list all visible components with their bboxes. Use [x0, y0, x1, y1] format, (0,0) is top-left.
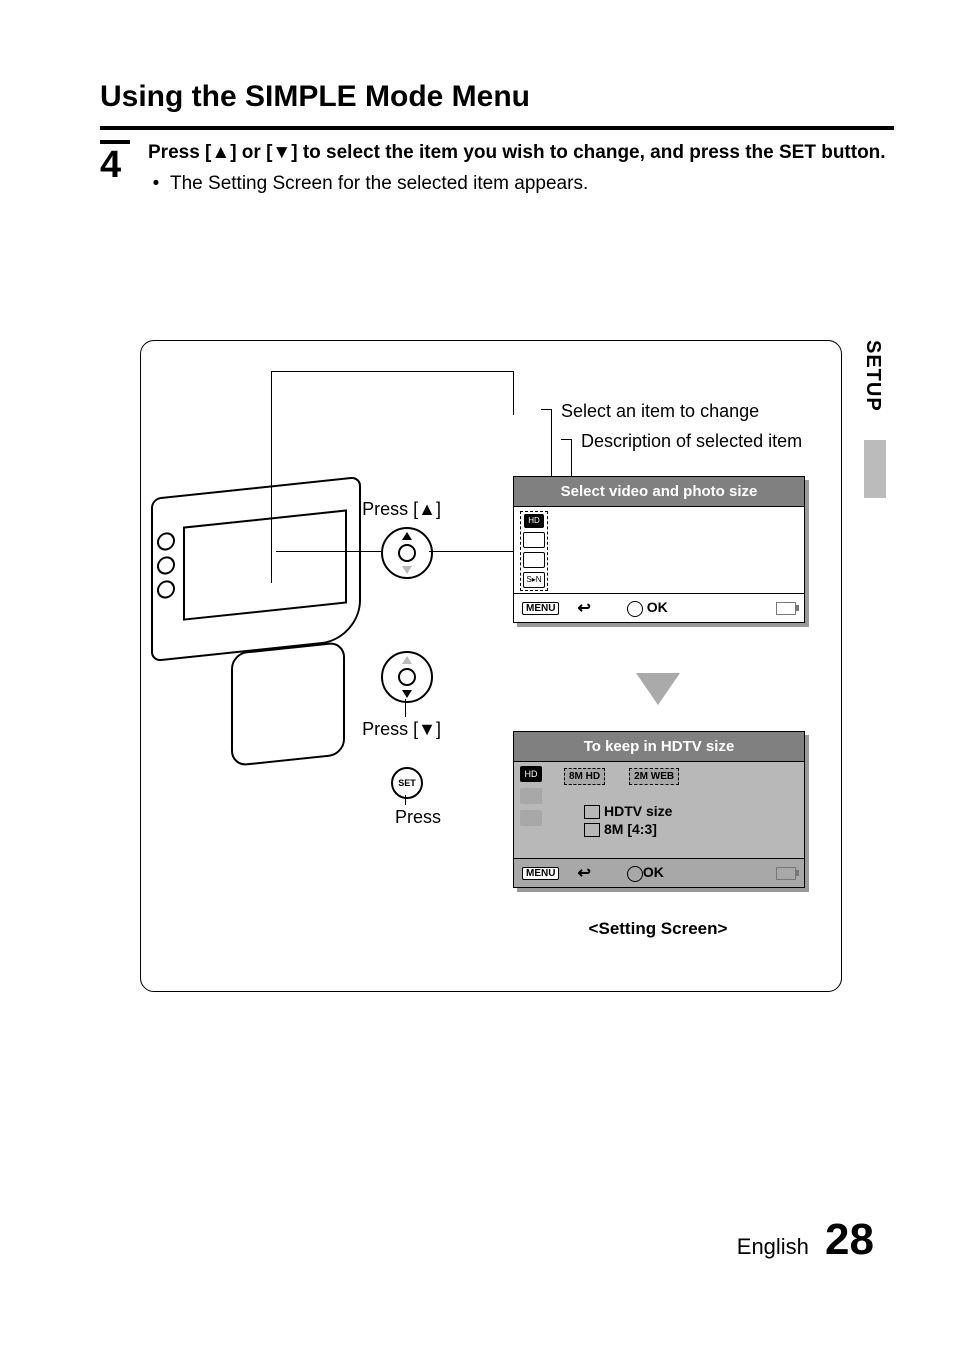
annot-description: Description of selected item	[581, 431, 802, 452]
menu-chip: MENU	[522, 602, 559, 615]
menu-icon-column: HD S▸N	[520, 511, 548, 591]
lead-tick	[541, 409, 551, 410]
focus-icon	[520, 810, 542, 826]
desc-line1: HDTV size	[604, 803, 672, 819]
menu-chip: MENU	[522, 867, 559, 880]
figure: Select an item to change Description of …	[140, 340, 842, 992]
annot-select-item: Select an item to change	[561, 401, 759, 422]
flow-arrow-down-icon	[636, 673, 680, 705]
set-ring-icon	[627, 866, 643, 882]
hd-icon: HD	[524, 514, 544, 528]
page-language: English	[737, 1234, 809, 1259]
lead-line	[271, 371, 272, 583]
setting-icon-column: HD	[520, 766, 542, 826]
step-number: 4	[100, 140, 130, 197]
annot-press: Press	[341, 807, 441, 828]
step-4: 4 Press [▲] or [▼] to select the item yo…	[100, 140, 894, 197]
battery-icon	[776, 867, 796, 880]
setting-screen-caption: <Setting Screen>	[513, 919, 803, 939]
annot-press-up: Press [▲]	[321, 499, 441, 520]
photo-size-icon	[523, 532, 545, 548]
page-number: 28	[825, 1215, 874, 1264]
photo-size-icon	[520, 788, 542, 804]
hd-icon: HD	[520, 766, 542, 782]
page-title: Using the SIMPLE Mode Menu	[100, 80, 894, 114]
bullet-icon: •	[148, 171, 164, 198]
ok-label: OK	[643, 864, 664, 880]
lead-line	[405, 795, 406, 805]
setting-options: 8M HD 2M WEB	[564, 768, 679, 785]
dpad-down	[381, 651, 433, 703]
step-subtext: The Setting Screen for the selected item…	[170, 171, 588, 198]
battery-icon	[776, 602, 796, 615]
focus-icon	[523, 552, 545, 568]
lead-line	[276, 551, 381, 552]
option-2m: 2M WEB	[629, 768, 679, 785]
page-footer: English 28	[737, 1215, 874, 1265]
option-8m: 8M HD	[564, 768, 605, 785]
camera-icon	[584, 823, 600, 837]
section-tab-marker	[864, 440, 886, 498]
return-icon: ↩	[577, 598, 590, 618]
dpad-up	[381, 527, 433, 579]
step-instruction: Press [▲] or [▼] to select the item you …	[148, 142, 886, 163]
return-icon: ↩	[577, 863, 590, 883]
menu-screen: Select video and photo size HD S▸N MENU …	[513, 476, 805, 623]
lead-line	[429, 551, 513, 552]
lead-line	[405, 699, 406, 717]
menu-footer: MENU ↩ OK	[514, 593, 804, 622]
setting-screen: To keep in HDTV size HD 8M HD 2M WEB HDT…	[513, 731, 805, 888]
t2: ] or [	[230, 142, 272, 163]
ok-label: OK	[647, 599, 668, 615]
setting-footer: MENU ↩ OK	[514, 858, 804, 887]
lead-line	[513, 371, 514, 415]
title-rule	[100, 126, 894, 130]
up-arrow-icon: ▲	[211, 142, 230, 163]
lead-line	[271, 371, 513, 372]
sn-icon: S▸N	[523, 572, 545, 588]
setting-description: HDTV size 8M [4:3]	[584, 802, 672, 838]
down-arrow-icon: ▼	[272, 142, 291, 163]
section-tab: SETUP	[861, 340, 884, 412]
t1: Press [	[148, 142, 211, 163]
setting-header: To keep in HDTV size	[514, 732, 804, 761]
set-ring-icon	[627, 601, 643, 617]
video-icon	[584, 805, 600, 819]
lead-tick	[561, 439, 571, 440]
annot-press-down: Press [▼]	[321, 719, 441, 740]
desc-line2: 8M [4:3]	[604, 821, 657, 837]
menu-header: Select video and photo size	[514, 477, 804, 506]
t3: ] to select the item you wish to change,…	[291, 142, 885, 163]
set-button-icon: SET	[391, 767, 423, 799]
